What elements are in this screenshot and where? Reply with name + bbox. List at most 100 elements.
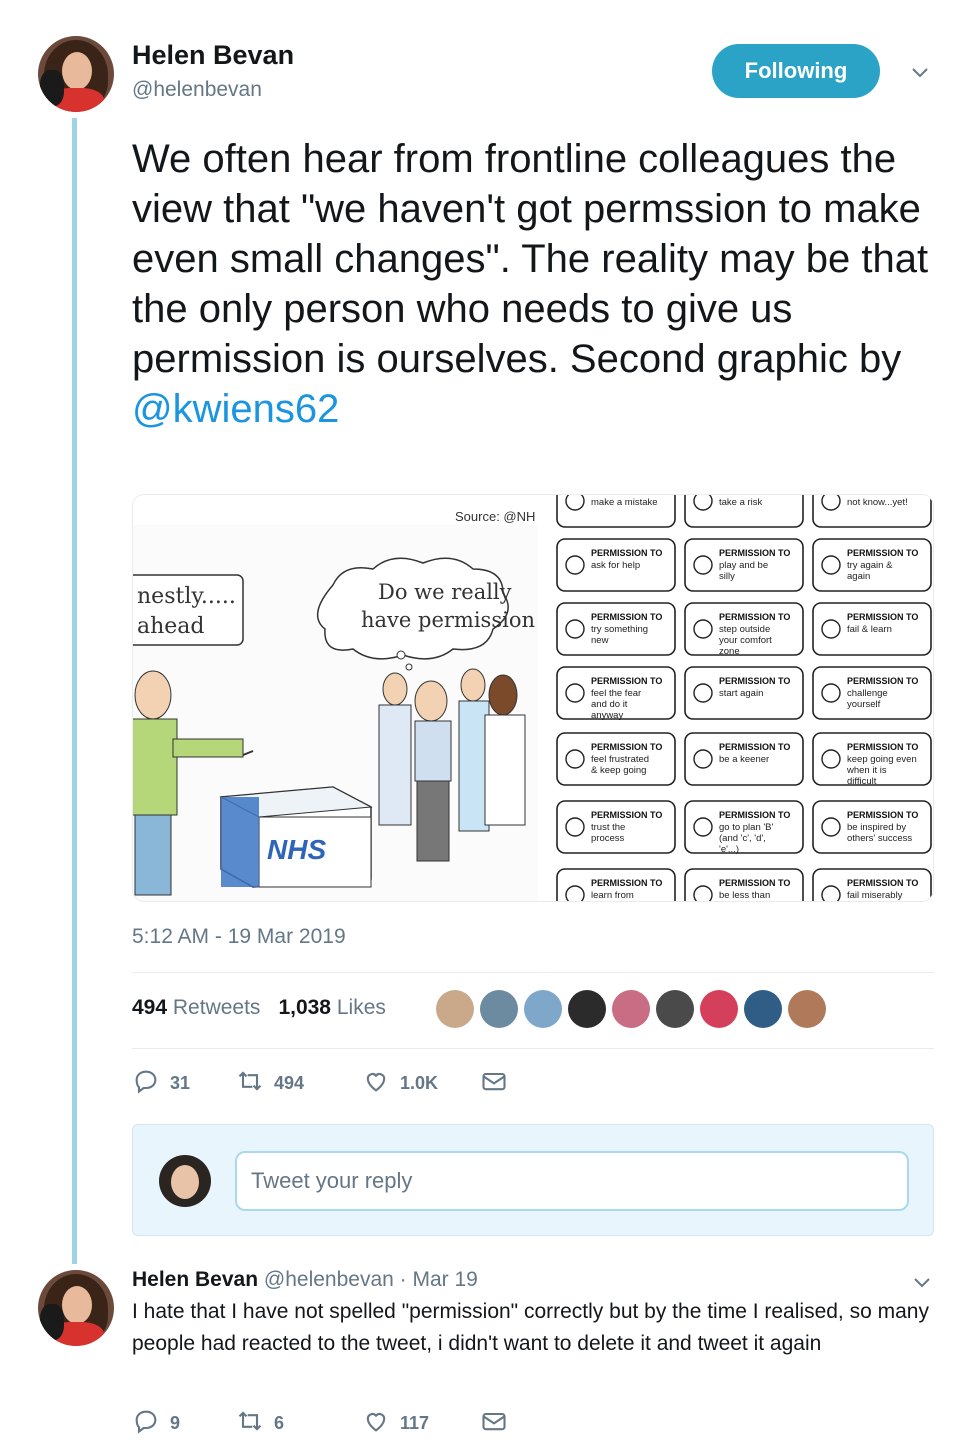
reply-author-avatar[interactable] <box>38 1270 114 1346</box>
liker-avatar[interactable] <box>788 990 826 1028</box>
card-title: PERMISSION TO <box>591 878 662 888</box>
card-title: PERMISSION TO <box>591 548 662 558</box>
retweets-stat[interactable]: 494 Retweets <box>132 996 260 1020</box>
message-action[interactable] <box>480 1067 508 1100</box>
reply-icon <box>132 1407 160 1440</box>
reply-text: I hate that I have not spelled "permissi… <box>132 1300 929 1355</box>
card-text: feel frustrated <box>591 754 649 765</box>
heart-icon <box>362 1407 390 1440</box>
author-avatar[interactable] <box>38 36 114 112</box>
liker-avatar[interactable] <box>480 990 518 1028</box>
card-text: try something <box>591 624 648 635</box>
card-text: & keep going <box>591 765 646 776</box>
thought-line1: Do we really <box>378 580 512 604</box>
following-button[interactable]: Following <box>712 44 880 98</box>
card-text: others' success <box>847 833 912 844</box>
chevron-down-icon[interactable] <box>908 60 932 84</box>
card-text: not know...yet! <box>847 497 908 508</box>
card-title: PERMISSION TO <box>719 548 790 558</box>
card-text: fail & learn <box>847 624 892 635</box>
card-text: zone <box>719 646 740 657</box>
card-title: PERMISSION TO <box>719 810 790 820</box>
retweet-icon <box>236 1407 264 1440</box>
message-icon <box>480 1407 508 1440</box>
card-text: start again <box>719 688 763 699</box>
heart-icon <box>362 1067 390 1100</box>
permission-card: PERMISSION TO fail & learn <box>812 602 932 656</box>
message-action[interactable] <box>480 1407 508 1440</box>
like-count: 117 <box>400 1412 430 1433</box>
reply-action[interactable]: 31 <box>132 1067 236 1100</box>
permission-card: PERMISSION TO ask for help <box>556 538 676 592</box>
reply-author-name[interactable]: Helen Bevan <box>132 1268 258 1291</box>
card-title: PERMISSION TO <box>591 742 662 752</box>
card-text: try again & <box>847 560 893 571</box>
card-text: feel the fear <box>591 688 641 699</box>
card-title: PERMISSION TO <box>591 810 662 820</box>
liker-avatar[interactable] <box>524 990 562 1028</box>
retweet-icon <box>236 1067 264 1100</box>
tweet-media[interactable]: nestly..... ahead Do we really have perm… <box>132 494 934 902</box>
card-title: PERMISSION TO <box>591 676 662 686</box>
liker-avatar[interactable] <box>436 990 474 1028</box>
card-text: challenge <box>847 688 888 699</box>
reply-author-handle[interactable]: @helenbevan <box>264 1268 394 1291</box>
like-action[interactable]: 1.0K <box>362 1067 480 1100</box>
card-title: PERMISSION TO <box>719 742 790 752</box>
mention-link[interactable]: @kwiens62 <box>132 384 932 434</box>
author-handle[interactable]: @helenbevan <box>132 78 262 102</box>
reply-count: 31 <box>170 1072 191 1093</box>
divider <box>132 1048 934 1049</box>
card-text: go to plan 'B' <box>719 822 774 833</box>
permission-card: PERMISSION TO learn from <box>556 868 676 901</box>
card-text: step outside <box>719 624 770 635</box>
nhs-box-label: NHS <box>267 834 326 865</box>
permission-card: not know...yet! <box>812 495 932 528</box>
card-text: and do it <box>591 699 628 710</box>
card-title: PERMISSION TO <box>847 612 918 622</box>
tweet-timestamp[interactable]: 5:12 AM - 19 Mar 2019 <box>132 925 346 949</box>
permission-card: PERMISSION TO try somethingnew <box>556 602 676 656</box>
permission-card: PERMISSION TO step outsideyour comfortzon… <box>684 602 804 657</box>
permission-card: make a mistake <box>556 495 676 528</box>
card-text: silly <box>719 571 735 582</box>
card-title: PERMISSION TO <box>847 548 918 558</box>
reply-composer: Tweet your reply <box>132 1124 934 1236</box>
current-user-avatar <box>159 1155 211 1207</box>
liker-avatar[interactable] <box>568 990 606 1028</box>
engagement-stats: 494 Retweets 1,038 Likes <box>132 996 386 1020</box>
message-icon <box>480 1067 508 1100</box>
retweet-action[interactable]: 494 <box>236 1067 362 1100</box>
liker-avatar[interactable] <box>700 990 738 1028</box>
permission-card: PERMISSION TO fail miserably <box>812 868 932 901</box>
author-name[interactable]: Helen Bevan <box>132 40 294 71</box>
like-action[interactable]: 117 <box>362 1407 480 1440</box>
card-text: keep going even <box>847 754 917 765</box>
reply-input[interactable]: Tweet your reply <box>235 1151 909 1211</box>
reply-action[interactable]: 9 <box>132 1407 236 1440</box>
permission-cards-image[interactable]: make a mistake take a risk not know...yet!… <box>543 495 933 901</box>
likes-stat[interactable]: 1,038 Likes <box>278 996 385 1020</box>
liker-avatar[interactable] <box>744 990 782 1028</box>
liker-avatar[interactable] <box>612 990 650 1028</box>
speech-left-line2: ahead <box>137 614 205 639</box>
card-title: PERMISSION TO <box>591 612 662 622</box>
card-title: PERMISSION TO <box>719 676 790 686</box>
liker-avatar[interactable] <box>656 990 694 1028</box>
card-text: new <box>591 635 609 646</box>
card-text: your comfort <box>719 635 772 646</box>
chevron-down-icon[interactable] <box>910 1270 934 1294</box>
thought-line2: have permission <box>361 608 535 632</box>
card-text: difficult <box>847 776 877 787</box>
reply-count: 9 <box>170 1412 181 1433</box>
retweet-action[interactable]: 6 <box>236 1407 362 1440</box>
card-text: trust the <box>591 822 625 833</box>
card-text: ask for help <box>591 560 640 571</box>
card-text: take a risk <box>719 497 763 508</box>
cartoon-image[interactable]: nestly..... ahead Do we really have perm… <box>133 495 538 901</box>
thread-line <box>72 118 77 1264</box>
reply-date[interactable]: · Mar 19 <box>400 1268 478 1291</box>
card-text: process <box>591 833 625 844</box>
tweet-body: We often hear from frontline colleagues … <box>132 137 929 381</box>
reply-icon <box>132 1067 160 1100</box>
